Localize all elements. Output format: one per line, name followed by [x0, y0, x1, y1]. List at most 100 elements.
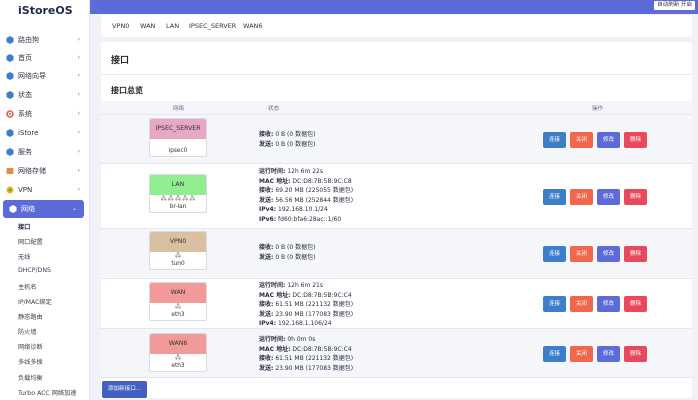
delete-button[interactable]: 删除 — [624, 132, 647, 148]
status-line: 发送: 0 B (0 数据包) — [259, 253, 316, 261]
tab-wan[interactable]: WAN — [140, 22, 155, 30]
sidebar-item-vpn[interactable]: VPN › — [0, 181, 89, 199]
device-icon: 🖧 — [175, 253, 181, 259]
delete-button[interactable]: 删除 — [624, 189, 647, 205]
sidebar-subitem-interfaces[interactable]: 接口 — [18, 222, 30, 231]
gear-icon — [6, 110, 14, 118]
interface-badge[interactable]: VPN0 🖧 tun0 — [149, 231, 207, 270]
device-name: eth3 — [171, 363, 185, 369]
device-name: tun0 — [171, 261, 185, 267]
connect-button[interactable]: 连接 — [543, 132, 566, 148]
interface-status: 接收: 0 B (0 数据包) 发送: 0 B (0 数据包) — [259, 243, 315, 262]
status-line: 接收: 61.51 MB (221132 数据包) — [259, 301, 354, 308]
sidebar-item-status[interactable]: 状态 › — [0, 86, 89, 104]
sidebar-item-system[interactable]: 系统 › — [0, 105, 89, 123]
chevron-right-icon: › — [77, 167, 80, 174]
sidebar-item-label: VPN — [18, 186, 33, 194]
device-name: ipsec0 — [168, 148, 188, 154]
connect-button[interactable]: 连接 — [543, 246, 566, 262]
chevron-right-icon: › — [77, 91, 80, 98]
connect-button[interactable]: 连接 — [543, 296, 566, 312]
sidebar-item-label: 首页 — [18, 54, 32, 62]
status-line: IPv4: 192.168.10.1/24 — [259, 206, 328, 213]
status-line: 接收: 69.20 MB (225055 数据包) — [259, 187, 354, 194]
sidebar-subitem-multiwan-dial[interactable]: 多线多拨 — [18, 357, 43, 366]
connect-button[interactable]: 连接 — [543, 346, 566, 362]
edit-button[interactable]: 修改 — [597, 189, 620, 205]
status-line: 发送: 23.90 MB (177083 数据包) — [259, 364, 354, 372]
sidebar-subitem-firewall[interactable]: 防火墙 — [18, 327, 37, 336]
top-bar: 自动刷新 开启 — [90, 0, 698, 14]
edit-button[interactable]: 修改 — [597, 132, 620, 148]
sidebar-item-home[interactable]: 首页 › — [0, 49, 89, 67]
chevron-down-icon: ⌄ — [71, 205, 77, 212]
sidebar-item-network[interactable]: 网络 ⌄ — [3, 200, 84, 218]
interface-badge[interactable]: LAN 🖧 🖧 🖧 🖧 🖧 br-lan — [149, 174, 207, 213]
vpn-icon — [6, 186, 14, 194]
status-line: MAC 地址: DC:D8:7B:5B:9C:C4 — [259, 291, 352, 299]
table-row: WAN 🖧 eth3 运行时间: 12h 6m 21s MAC 地址: DC:D… — [101, 279, 692, 329]
sidebar-subitem-port-config[interactable]: 网口配置 — [18, 237, 43, 246]
add-interface-button[interactable]: 添加新接口... — [102, 381, 147, 398]
device-icon: 🖧 — [175, 355, 181, 361]
chevron-right-icon: › — [77, 110, 80, 117]
chevron-right-icon: › — [77, 36, 80, 43]
column-header-status: 状态 — [268, 106, 280, 112]
auto-refresh-toggle[interactable]: 自动刷新 开启 — [654, 1, 695, 10]
status-line: 接收: 0 B (0 数据包) — [259, 131, 316, 138]
device-icon — [150, 139, 206, 147]
sidebar-item-label: 服务 — [18, 148, 32, 156]
sidebar-subitem-hostnames[interactable]: 主机名 — [18, 282, 37, 291]
edit-button[interactable]: 修改 — [597, 346, 620, 362]
column-header-network: 网络 — [173, 106, 185, 112]
edit-button[interactable]: 修改 — [597, 246, 620, 262]
status-line: 接收: 0 B (0 数据包) — [259, 244, 316, 251]
sidebar-subitem-turbo-acc[interactable]: Turbo ACC 网络加速 — [18, 388, 76, 397]
network-icon — [9, 205, 17, 213]
delete-button[interactable]: 删除 — [624, 296, 647, 312]
sidebar-item-network-wizard[interactable]: 网络向导 › — [0, 67, 89, 85]
interface-name: IPSEC_SERVER — [150, 119, 206, 139]
status-line: IPv4: 192.168.1.106/24 — [259, 320, 332, 327]
close-button[interactable]: 关闭 — [570, 246, 593, 262]
interfaces-card: 接口 接口总览 网络 状态 操作 IPSEC_SERVER ipsec0 接收:… — [101, 42, 692, 398]
interface-badge[interactable]: WAN6 🖧 eth3 — [149, 333, 207, 372]
divider — [101, 74, 692, 75]
interface-badge[interactable]: IPSEC_SERVER ipsec0 — [149, 118, 207, 157]
sidebar-item-label: 网络向导 — [18, 72, 46, 80]
sidebar-subitem-dhcp-dns[interactable]: DHCP/DNS — [18, 267, 51, 274]
close-button[interactable]: 关闭 — [570, 132, 593, 148]
device-name: br-lan — [169, 204, 187, 210]
sidebar-item-network-storage[interactable]: 网络存储 › — [0, 162, 89, 180]
tab-ipsec-server[interactable]: IPSEC_SERVER — [189, 22, 236, 30]
status-line: 运行时间: 12h 6m 22s — [259, 168, 323, 175]
sidebar-item-services[interactable]: 服务 › — [0, 143, 89, 161]
sidebar-subitem-wireless[interactable]: 无线 — [18, 252, 30, 261]
sidebar-item-label: 路由狗 — [18, 36, 39, 44]
status-line: 接收: 61.51 MB (221132 数据包) — [259, 355, 354, 362]
tab-vpn0[interactable]: VPN0 — [112, 22, 129, 30]
tab-lan[interactable]: LAN — [166, 22, 179, 30]
sidebar-subitem-diagnostics[interactable]: 网络诊断 — [18, 342, 43, 351]
sidebar-item-label: 系统 — [18, 110, 32, 118]
tab-wan6[interactable]: WAN6 — [243, 22, 263, 30]
sidebar-item-router-dog[interactable]: 路由狗 › — [0, 31, 89, 49]
table-row: IPSEC_SERVER ipsec0 接收: 0 B (0 数据包) 发送: … — [101, 115, 692, 164]
table-row: WAN6 🖧 eth3 运行时间: 0h 0m 0s MAC 地址: DC:D8… — [101, 329, 692, 378]
interface-status: 接收: 0 B (0 数据包) 发送: 0 B (0 数据包) — [259, 130, 315, 149]
close-button[interactable]: 关闭 — [570, 296, 593, 312]
status-line: IPv6: fd60:bfa6:28ac::1/60 — [259, 215, 342, 223]
close-button[interactable]: 关闭 — [570, 189, 593, 205]
edit-button[interactable]: 修改 — [597, 296, 620, 312]
sidebar-subitem-static-routes[interactable]: 静态路由 — [18, 312, 43, 321]
delete-button[interactable]: 删除 — [624, 346, 647, 362]
sidebar-item-istore[interactable]: iStore › — [0, 124, 89, 142]
connect-button[interactable]: 连接 — [543, 189, 566, 205]
close-button[interactable]: 关闭 — [570, 346, 593, 362]
brand-logo: iStoreOS — [18, 4, 73, 17]
delete-button[interactable]: 删除 — [624, 246, 647, 262]
interface-status: 运行时间: 0h 0m 0s MAC 地址: DC:D8:7B:5B:9C:C4… — [259, 335, 353, 373]
sidebar-subitem-load-balance[interactable]: 负载均衡 — [18, 373, 43, 382]
sidebar-subitem-ip-mac-binding[interactable]: IP/MAC绑定 — [18, 297, 52, 306]
interface-badge[interactable]: WAN 🖧 eth3 — [149, 282, 207, 321]
